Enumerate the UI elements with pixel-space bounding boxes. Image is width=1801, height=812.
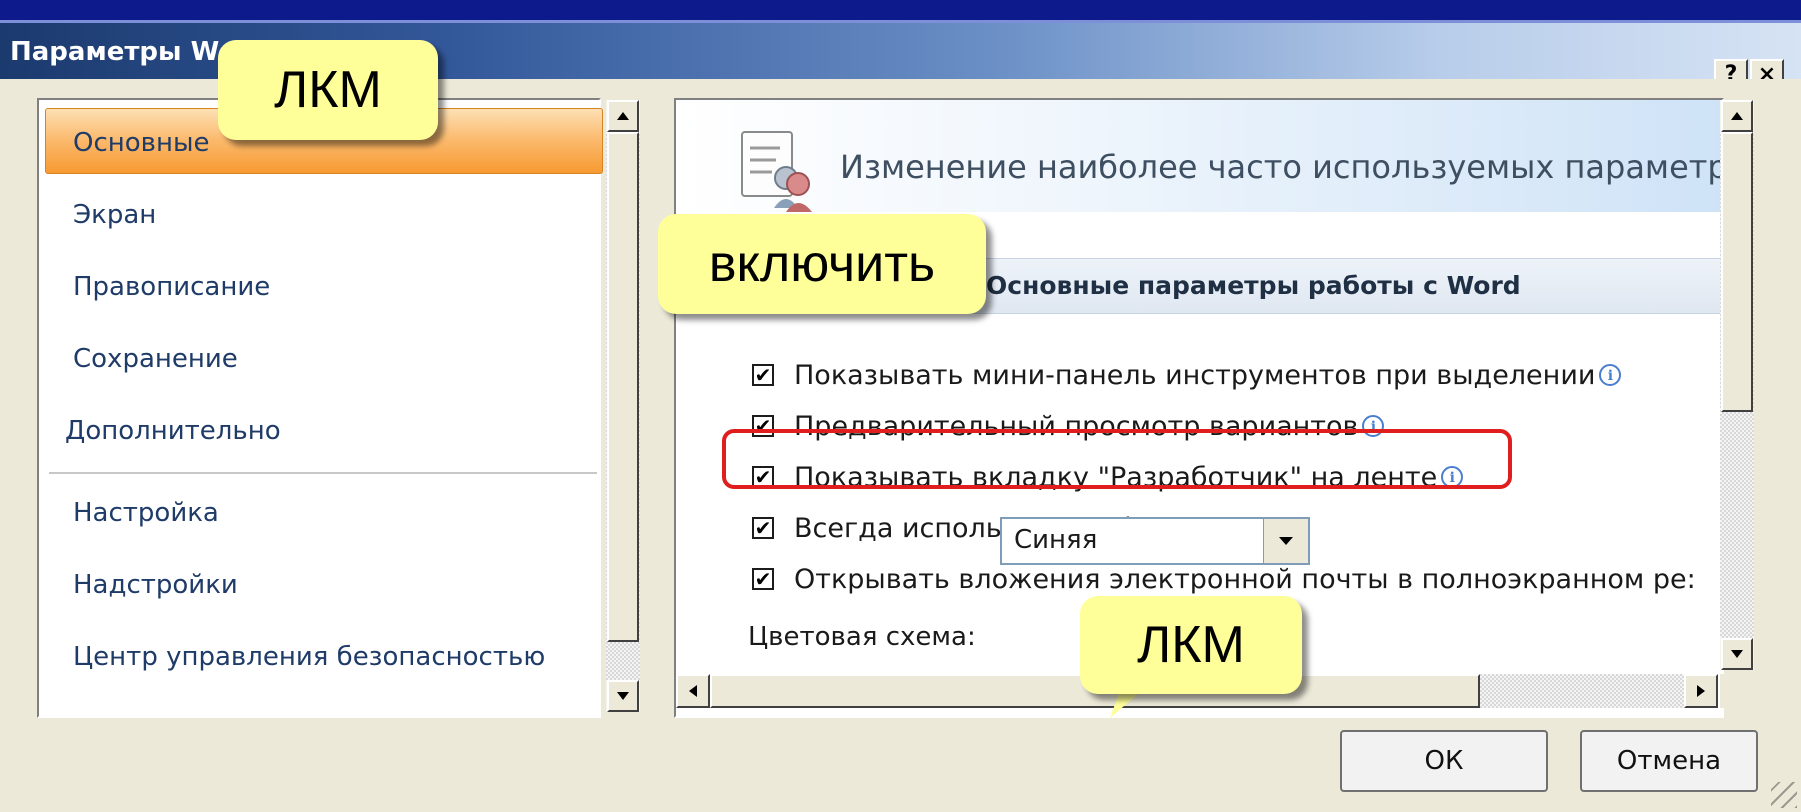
left-scrollbar[interactable] [606,100,640,712]
checkbox-label: Показывать мини-панель инструментов при … [794,359,1596,391]
nav-item-save[interactable]: Сохранение [73,344,238,374]
dropdown-button[interactable] [1263,519,1308,563]
right-scrollbar[interactable] [1720,100,1754,670]
highlight-box [722,429,1512,489]
arrow-down-icon [617,692,629,700]
checkbox-label: Открывать вложения электронной почты в п… [794,563,1696,595]
color-scheme-label: Цветовая схема: [748,622,976,652]
nav-item-customize[interactable]: Настройка [73,498,219,528]
cancel-button[interactable]: Отмена [1580,730,1758,792]
option-mini-toolbar[interactable]: ✔ Показывать мини-панель инструментов пр… [752,358,1622,392]
nav-item-addins[interactable]: Надстройки [73,570,238,600]
nav-item-main[interactable]: Основные [73,128,210,158]
page-header: Изменение наиболее часто используемых па… [840,148,1724,186]
checkbox[interactable]: ✔ [752,517,774,539]
chevron-down-icon [1279,537,1293,545]
options-document-icon [741,131,812,212]
nav-item-display[interactable]: Экран [73,200,156,230]
slide-top-bar [0,0,1801,23]
callout-lkm-bottom: ЛКМ [1080,596,1302,694]
scroll-up-button[interactable] [1721,100,1753,132]
nav-item-proofing[interactable]: Правописание [73,272,270,302]
resize-grip-icon[interactable] [1771,782,1797,808]
checkbox[interactable]: ✔ [752,568,774,590]
scroll-up-button[interactable] [607,100,639,132]
callout-enable: включить [658,214,986,314]
nav-item-advanced[interactable]: Дополнительно [65,416,281,446]
scroll-down-button[interactable] [1721,638,1753,670]
arrow-down-icon [1731,650,1743,658]
color-scheme-select[interactable]: Синяя [1000,517,1310,565]
arrow-left-icon [689,685,697,697]
nav-item-trust-center[interactable]: Центр управления безопасностью [73,642,545,672]
scroll-thumb[interactable] [607,132,639,642]
scroll-left-button[interactable] [676,674,710,708]
scroll-thumb[interactable] [1721,132,1753,412]
arrow-up-icon [1731,112,1743,120]
arrow-up-icon [617,112,629,120]
category-list: Основные Экран Правописание Сохранение Д… [37,98,603,718]
section-title: Основные параметры работы с Word [986,271,1521,300]
separator [49,472,597,474]
ok-button[interactable]: ОК [1340,730,1548,792]
info-icon[interactable]: i [1599,364,1622,386]
option-fullscreen-attachments[interactable]: ✔ Открывать вложения электронной почты в… [752,562,1696,596]
scroll-corner [1720,674,1754,708]
checkbox[interactable]: ✔ [752,364,774,386]
color-scheme-value: Синяя [1014,525,1098,555]
callout-lkm-top: ЛКМ [218,40,438,140]
scroll-down-button[interactable] [607,680,639,712]
arrow-right-icon [1697,685,1705,697]
scroll-right-button[interactable] [1684,674,1718,708]
